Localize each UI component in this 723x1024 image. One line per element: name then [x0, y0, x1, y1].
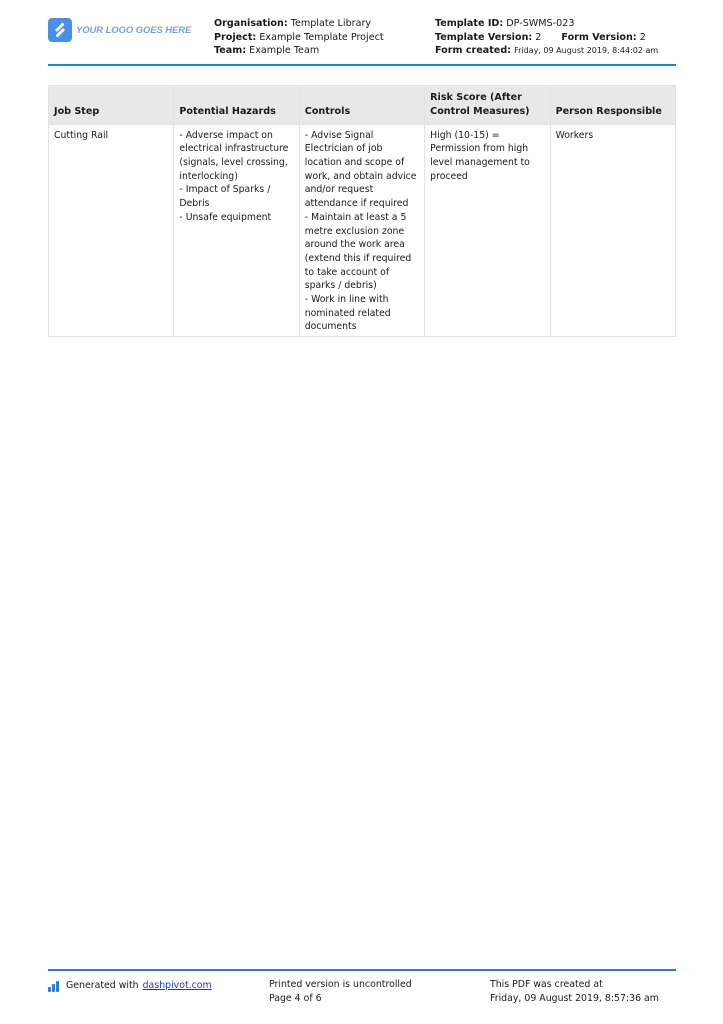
form-created-label: Form created: [435, 45, 512, 57]
header-divider [48, 64, 676, 66]
generated-with: Generated with dashpivot.com [48, 979, 212, 993]
column-header-controls: Controls [298, 85, 426, 125]
dashpivot-link[interactable]: dashpivot.com [143, 979, 212, 993]
table-row: Cutting Rail - Adverse impact on electri… [47, 123, 677, 338]
cell-controls: - Advise Signal Electrician of job locat… [298, 123, 426, 338]
project-value: Example Template Project [259, 31, 384, 43]
risk-assessment-table: Job Step Potential Hazards Controls Risk… [47, 85, 677, 338]
bar-chart-icon [48, 980, 60, 992]
template-id-label: Template ID: [435, 18, 504, 29]
pdf-created-value: Friday, 09 August 2019, 8:57:36 am [490, 993, 659, 1004]
column-header-risk-score: Risk Score (After Control Measures) [424, 85, 551, 125]
generated-text: Generated with [66, 980, 139, 991]
organisation-label: Organisation: [214, 18, 288, 29]
table-header-row: Job Step Potential Hazards Controls Risk… [47, 85, 677, 125]
pdf-created-info: This PDF was created at Friday, 09 Augus… [490, 978, 659, 1006]
cell-job-step: Cutting Rail [47, 123, 175, 338]
cell-person-responsible: Workers [549, 123, 677, 338]
column-header-potential-hazards: Potential Hazards [173, 85, 300, 125]
form-created-line: Form created: Friday, 09 August 2019, 8:… [435, 44, 658, 58]
pdf-created-label: This PDF was created at [490, 979, 603, 990]
team-value: Example Team [249, 45, 320, 57]
organisation-value: Template Library [290, 18, 372, 29]
form-version-value: 2 [639, 31, 646, 43]
print-info: Printed version is uncontrolled Page 4 o… [269, 978, 412, 1006]
column-header-person-responsible: Person Responsible [549, 85, 677, 125]
company-logo: YOUR LOGO GOES HERE [48, 18, 191, 42]
version-line: Template Version: 2 Form Version: 2 [435, 31, 658, 45]
team-label: Team: [214, 45, 247, 57]
logo-text: YOUR LOGO GOES HERE [76, 24, 192, 36]
template-id-line: Template ID: DP-SWMS-023 [435, 17, 658, 31]
page-header: YOUR LOGO GOES HERE Organisation: Templa… [48, 17, 676, 65]
page-number: Page 4 of 6 [269, 993, 322, 1004]
template-id-value: DP-SWMS-023 [506, 18, 575, 29]
team-line: Team: Example Team [214, 44, 384, 58]
template-version-label: Template Version: [435, 31, 533, 43]
uncontrolled-notice: Printed version is uncontrolled [269, 979, 412, 990]
project-line: Project: Example Template Project [214, 31, 384, 45]
footer-divider [48, 969, 676, 971]
form-created-value: Friday, 09 August 2019, 8:44:02 am [514, 46, 659, 56]
column-header-job-step: Job Step [47, 85, 175, 125]
cell-hazards: - Adverse impact on electrical infrastru… [173, 123, 300, 338]
template-meta: Template ID: DP-SWMS-023 Template Versio… [435, 17, 658, 58]
project-meta: Organisation: Template Library Project: … [214, 17, 384, 58]
project-label: Project: [214, 31, 257, 43]
organisation-line: Organisation: Template Library [214, 17, 384, 31]
template-version-value: 2 [535, 31, 542, 43]
cell-risk-score: High (10-15) = Permission from high leve… [424, 123, 551, 338]
form-version-label: Form Version: [561, 31, 637, 43]
logo-icon [48, 18, 72, 42]
